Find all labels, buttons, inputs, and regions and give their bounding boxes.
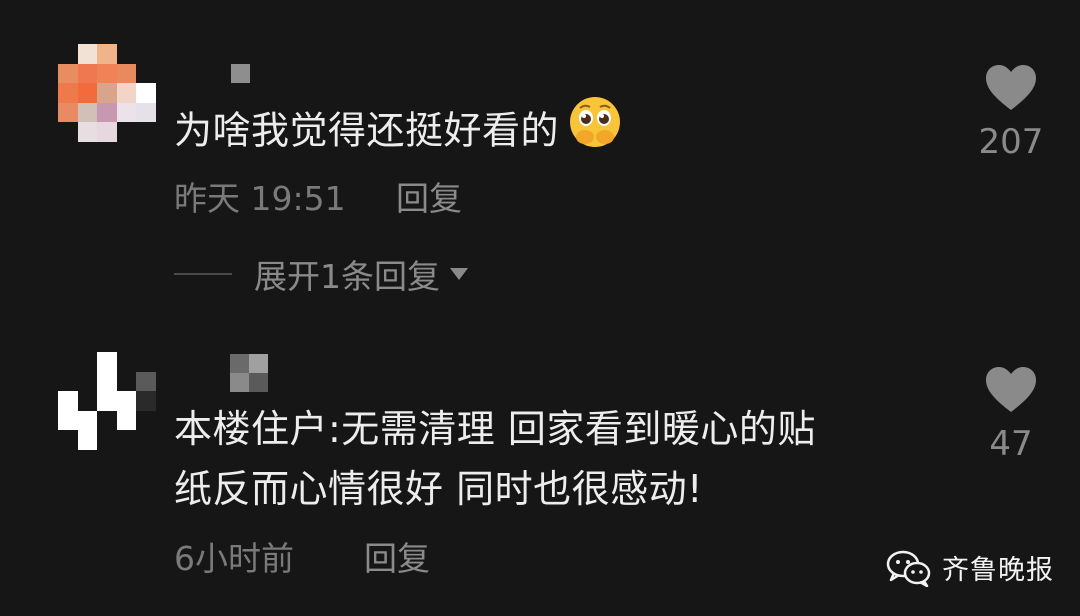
heart-icon[interactable] <box>984 64 1038 112</box>
comment-time: 6小时前 <box>174 539 294 578</box>
avatar[interactable] <box>58 44 156 142</box>
like-button[interactable]: 47 <box>966 366 1056 464</box>
username[interactable] <box>230 354 268 392</box>
like-count: 47 <box>989 424 1033 464</box>
comment-time: 昨天 19:51 <box>174 179 346 218</box>
pleading-face-emoji <box>567 94 623 164</box>
comment-text-line: 纸反而心情很好 同时也很感动! <box>174 467 703 511</box>
heart-icon[interactable] <box>984 366 1038 414</box>
like-button[interactable]: 207 <box>966 64 1056 162</box>
expand-replies[interactable]: 展开1条回复 <box>174 250 470 298</box>
reply-button[interactable]: 回复 <box>396 172 462 220</box>
comment-text: 本楼住户:无需清理 回家看到暖心的贴 纸反而心情很好 同时也很感动! <box>174 402 816 516</box>
avatar[interactable] <box>58 352 156 450</box>
watermark: 齐鲁晚报 <box>886 548 1054 587</box>
divider-line <box>174 273 232 275</box>
comment-text-line: 本楼住户:无需清理 回家看到暖心的贴 <box>174 407 816 451</box>
comment-text: 为啥我觉得还挺好看的 <box>174 97 623 168</box>
reply-button[interactable]: 回复 <box>364 532 430 580</box>
username[interactable] <box>212 64 250 102</box>
wechat-icon <box>886 550 931 587</box>
expand-replies-label: 展开1条回复 <box>254 257 440 296</box>
like-count: 207 <box>978 122 1044 162</box>
watermark-text: 齐鲁晚报 <box>942 555 1054 586</box>
caret-down-icon <box>450 268 468 280</box>
